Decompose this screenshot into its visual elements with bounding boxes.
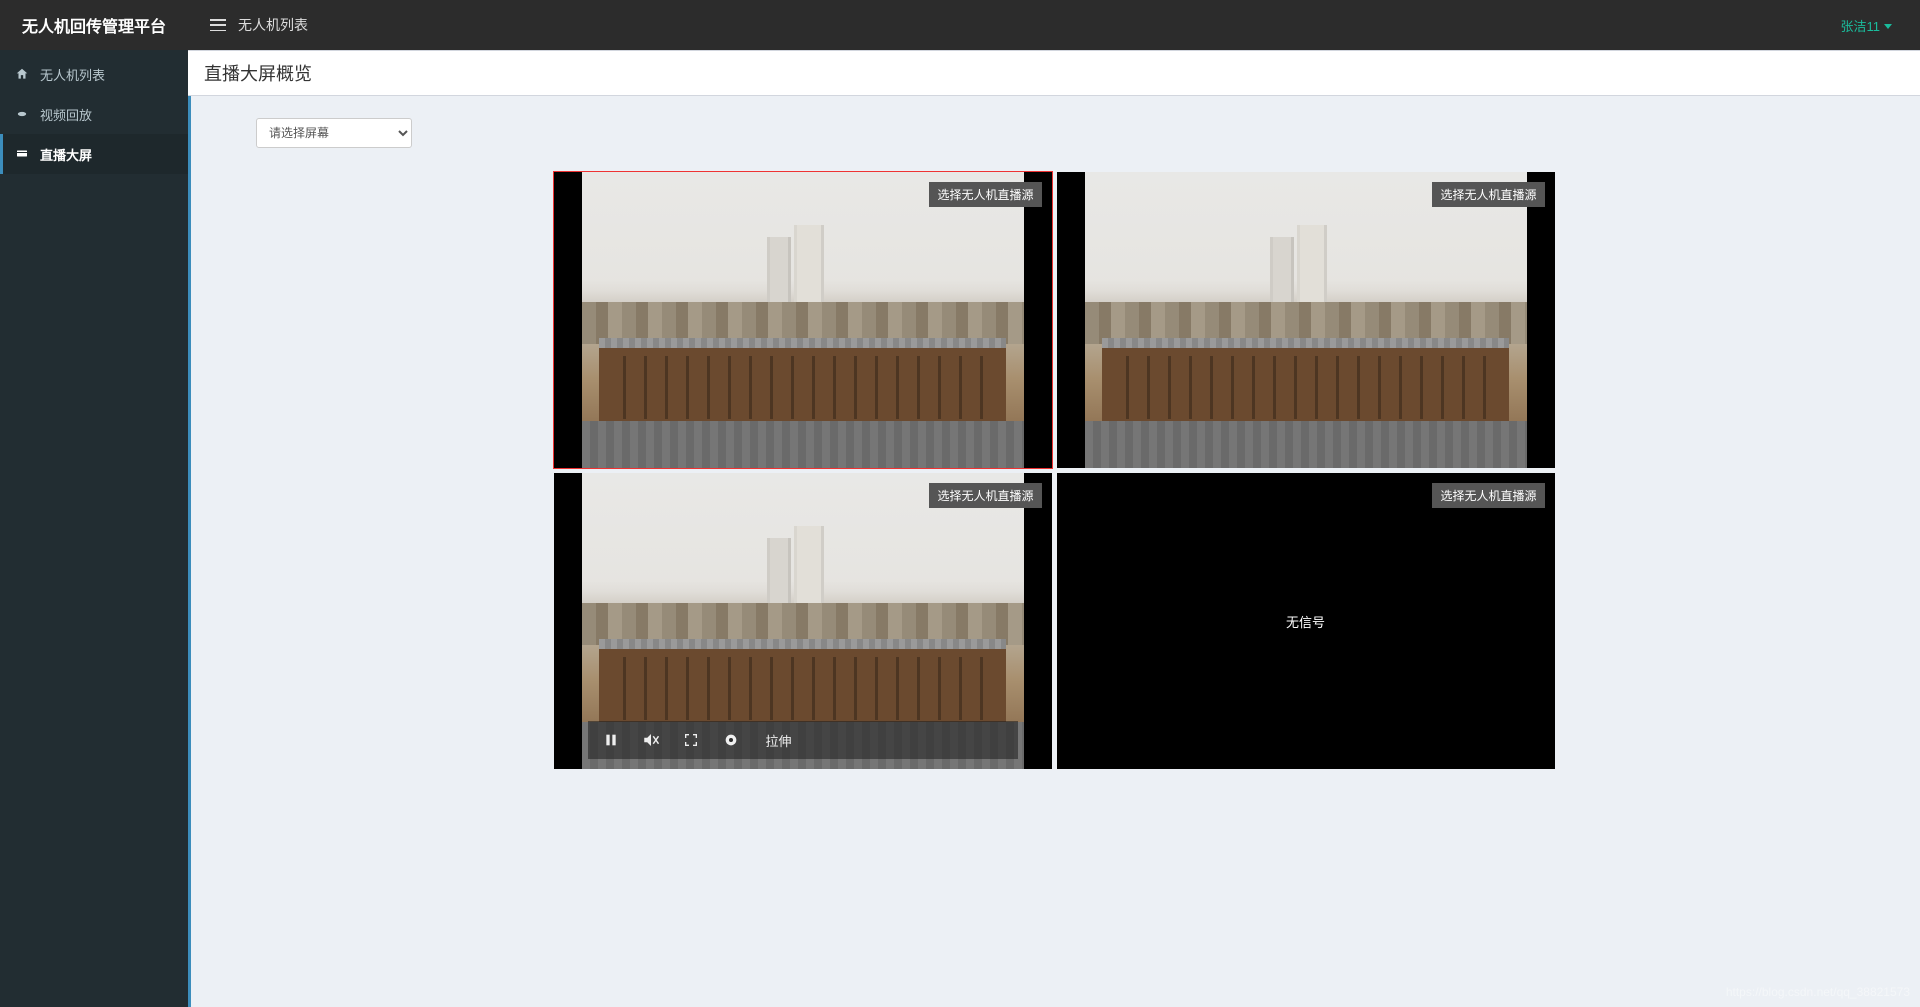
select-source-button[interactable]: 选择无人机直播源 [1432,483,1544,508]
caret-down-icon [1884,24,1892,29]
mute-icon[interactable] [642,731,660,749]
hamburger-icon [210,19,226,31]
sidebar-item-live-screen[interactable]: 直播大屏 [0,134,188,174]
screen-select[interactable]: 请选择屏幕 [256,118,412,148]
settings-icon[interactable] [722,731,740,749]
menu-toggle[interactable]: 无人机列表 [210,15,308,35]
app-header: 无人机回传管理平台 无人机列表 张洁11 [0,0,1920,50]
screen-icon [14,146,30,162]
content-body: 请选择屏幕 选择无人机直播源 选择无人机直播源 [188,96,1920,1007]
video-tile-2[interactable]: 选择无人机直播源 [1057,172,1555,468]
player-controls: 拉伸 [588,721,1018,759]
video-preview [582,172,1024,468]
select-source-button[interactable]: 选择无人机直播源 [929,483,1041,508]
sidebar: 无人机列表 视频回放 直播大屏 [0,50,188,1007]
fullscreen-icon[interactable] [682,731,700,749]
video-preview [1085,172,1527,468]
select-source-button[interactable]: 选择无人机直播源 [1432,182,1544,207]
brand-title: 无人机回传管理平台 [0,13,188,37]
select-source-button[interactable]: 选择无人机直播源 [929,182,1041,207]
main-content: 直播大屏概览 请选择屏幕 选择无人机直播源 选择无人机直播源 [188,50,1920,1007]
video-tile-1[interactable]: 选择无人机直播源 [554,172,1052,468]
video-tile-4[interactable]: 选择无人机直播源 无信号 [1057,473,1555,769]
pause-icon[interactable] [602,731,620,749]
user-menu[interactable]: 张洁11 [1841,16,1893,35]
user-name: 张洁11 [1841,16,1881,35]
sidebar-item-label: 直播大屏 [40,145,92,164]
video-tile-3[interactable]: 选择无人机直播源 [554,473,1052,769]
video-icon [14,106,30,122]
scale-mode-button[interactable]: 拉伸 [766,731,792,750]
sidebar-item-video-playback[interactable]: 视频回放 [0,94,188,134]
sidebar-item-drone-list[interactable]: 无人机列表 [0,54,188,94]
page-title: 直播大屏概览 [188,50,1920,96]
breadcrumb-label: 无人机列表 [238,15,308,35]
no-signal-label: 无信号 [1057,473,1555,769]
sidebar-item-label: 无人机列表 [40,65,105,84]
video-grid: 选择无人机直播源 选择无人机直播源 选择无人机直播源 [554,172,1555,769]
home-icon [14,66,30,82]
sidebar-item-label: 视频回放 [40,105,92,124]
